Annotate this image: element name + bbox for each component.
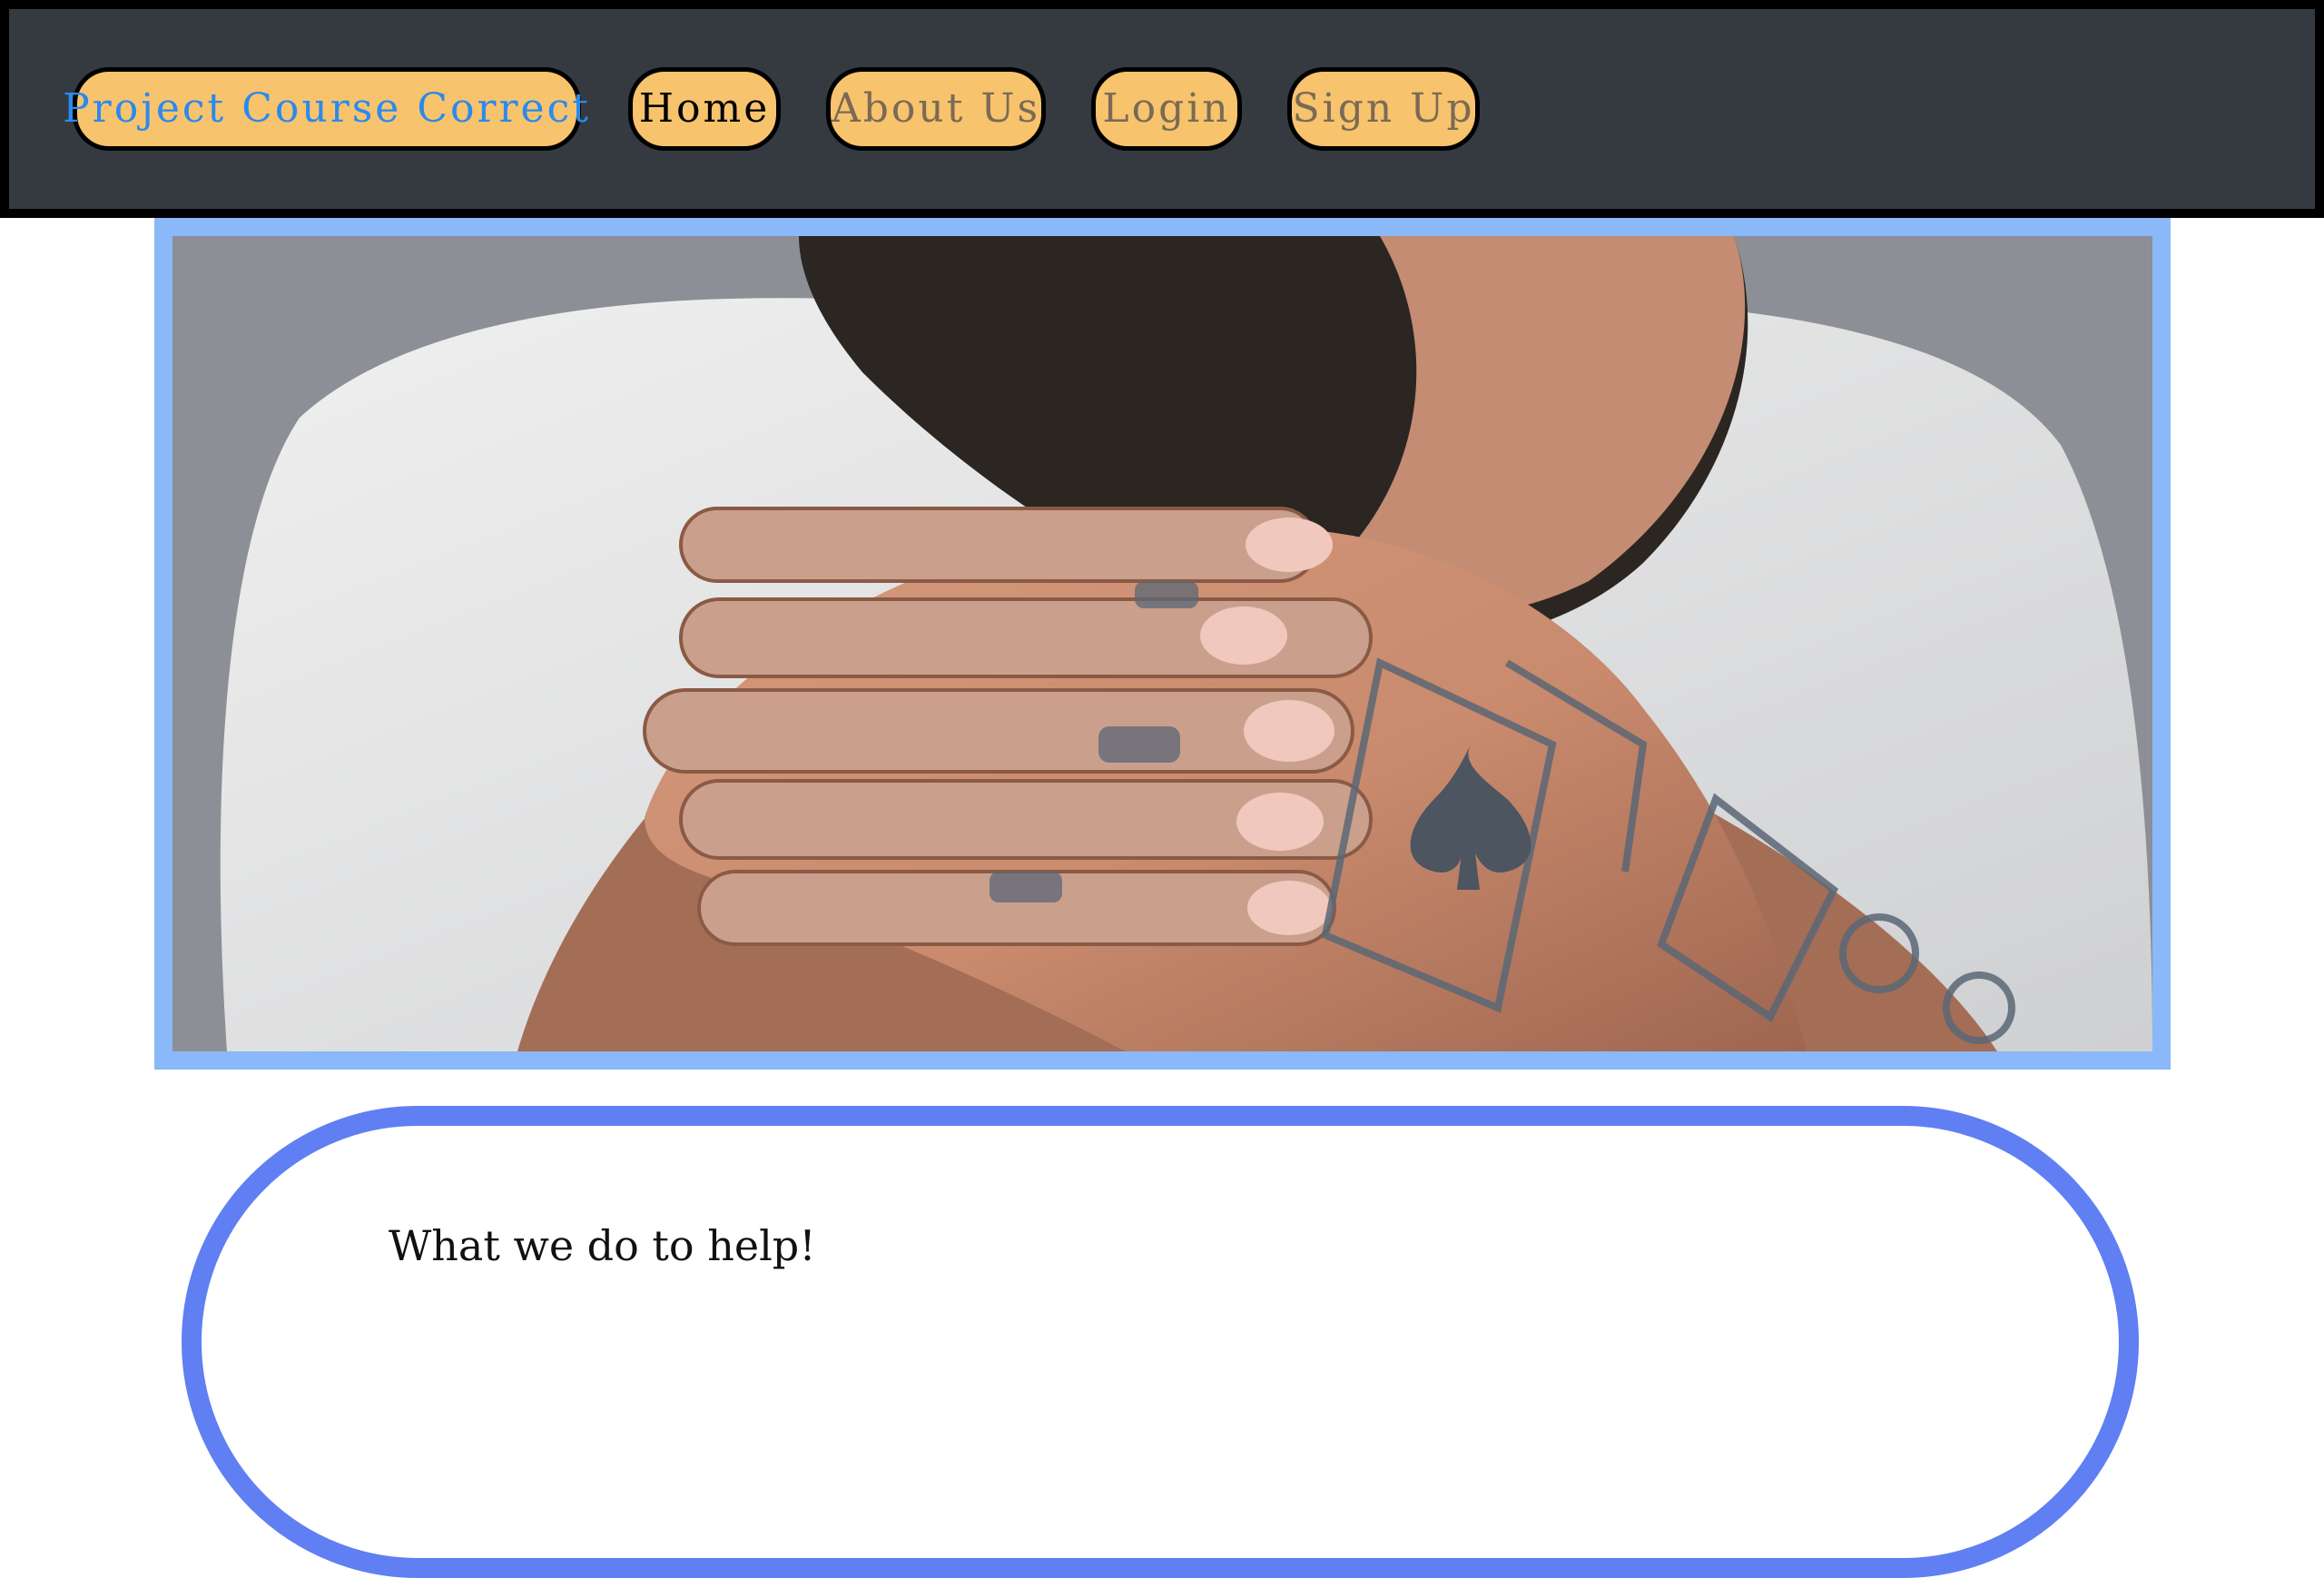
hero-image bbox=[172, 236, 2152, 1051]
section-heading: What we do to help! bbox=[389, 1221, 816, 1270]
nav-about-link[interactable]: About Us bbox=[826, 67, 1046, 151]
hero-image-frame bbox=[154, 218, 2171, 1070]
nav-login-link[interactable]: Login bbox=[1091, 67, 1242, 151]
brand-link[interactable]: Project Course Correct bbox=[63, 67, 588, 151]
nav-signup-link[interactable]: Sign Up bbox=[1287, 67, 1480, 151]
info-card bbox=[182, 1106, 2139, 1578]
nav-home-link[interactable]: Home bbox=[628, 67, 781, 151]
hero-photo-illustration bbox=[172, 236, 2152, 1051]
top-navbar: Project Course Correct Home About Us Log… bbox=[0, 0, 2324, 218]
